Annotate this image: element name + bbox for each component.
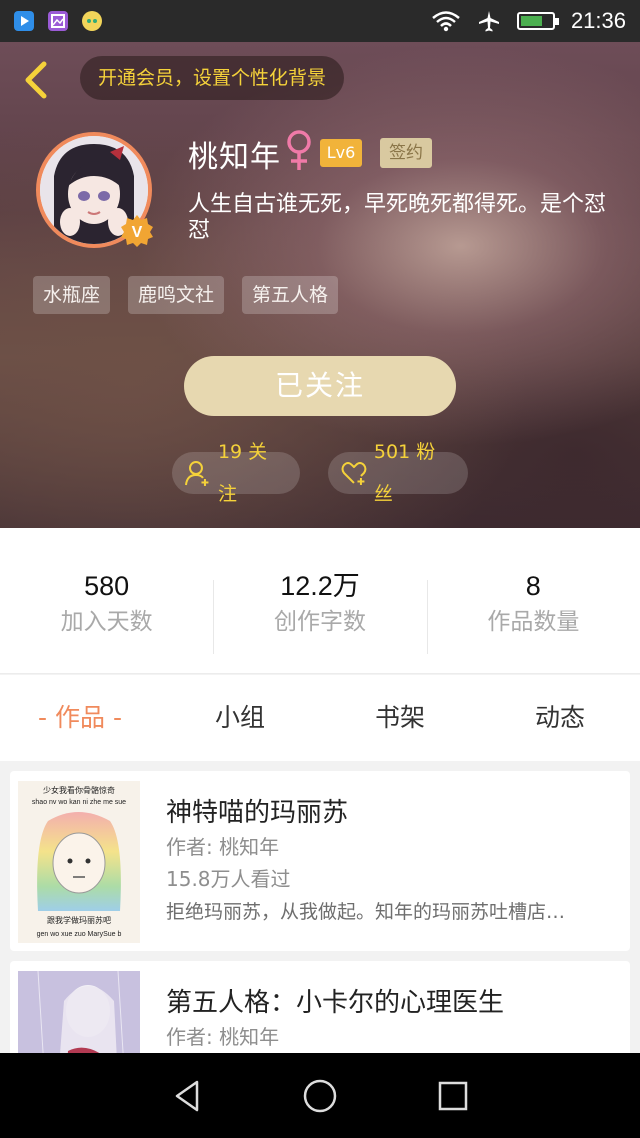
tab-groups[interactable]: 小组 [160,675,320,761]
tag-item[interactable]: 水瓶座 [33,276,111,314]
profile-header: 开通会员，设置个性化背景 V 桃知年 Lv6 签约 人生自古谁无死，早死晚死都得… [0,42,640,528]
back-triangle-icon[interactable] [169,1078,205,1114]
svg-text:V: V [132,224,143,241]
wifi-icon [432,11,460,32]
system-nav-bar [0,1053,640,1138]
author-stats: 580 加入天数 12.2万 创作字数 8 作品数量 [0,528,640,674]
battery-icon [516,12,559,30]
tab-works[interactable]: - 作品 - [0,675,160,761]
following-label: 19 关注 [217,441,268,505]
clock: 21:36 [570,8,626,33]
video-app-icon [14,11,34,31]
follow-button[interactable]: 已关注 [184,356,456,416]
airplane-icon [478,11,499,32]
username: 桃知年 [188,140,281,175]
cover-text: gen wo xue zuo MarySue b [37,931,122,938]
fans-count-button[interactable]: 501 粉丝 [328,441,468,505]
bio-text: 人生自古谁无死，早死晚死都得死。是个怼怼 [188,192,607,243]
work-author: 作者: 桃知年 [166,835,280,859]
stat-days-joined: 580 加入天数 [0,528,213,673]
verified-v-badge-icon: V [121,215,153,247]
tag-item[interactable]: 鹿鸣文社 [128,276,225,314]
stat-label: 加入天数 [60,608,153,635]
heart-icon [341,462,367,485]
gallery-app-icon [48,11,68,31]
cover-text: 跟我学做玛丽苏吧 [47,915,111,925]
female-gender-icon [287,130,311,170]
fans-label: 501 粉丝 [373,441,436,505]
signed-badge: 签约 [380,138,432,168]
cover-text: shao nv wo kan ni zhe me sue [32,799,126,806]
cover-text: 少女我看你骨骼惊奇 [43,785,115,795]
work-author: 作者: 桃知年 [166,1025,280,1049]
stat-works-count: 8 作品数量 [426,528,640,673]
stat-label: 作品数量 [487,608,580,635]
user-add-icon [185,461,209,486]
work-title: 第五人格：小卡尔的心理医生 [166,988,505,1018]
level-badge: Lv6 [320,139,362,167]
works-list: 少女我看你骨骼惊奇 shao nv wo kan ni zhe me sue 跟… [0,761,640,1053]
status-bar: 21:36 [0,0,640,42]
list-item[interactable]: 第五人格：小卡尔的心理医生 作者: 桃知年 [10,961,630,1053]
tag-item[interactable]: 第五人格 [242,276,339,314]
stat-value: 8 [525,570,541,601]
stat-value: 580 [84,570,130,601]
work-title: 神特喵的玛丽苏 [166,798,349,828]
book-cover: 少女我看你骨骼惊奇 shao nv wo kan ni zhe me sue 跟… [18,781,140,943]
tab-activity[interactable]: 动态 [480,675,640,761]
work-views: 15.8万人看过 [166,867,291,891]
work-description: 拒绝玛丽苏，从我做起。知年的玛丽苏吐槽店… [166,901,566,923]
home-circle-icon[interactable] [302,1078,338,1114]
profile-tabs: - 作品 - 小组 书架 动态 [0,675,640,761]
recent-square-icon[interactable] [435,1078,471,1114]
book-cover [18,971,140,1053]
tag-list: 水瓶座 鹿鸣文社 第五人格 [33,276,339,314]
stat-words-written: 12.2万 创作字数 [213,528,426,673]
tab-bookshelf[interactable]: 书架 [320,675,480,761]
vip-background-prompt[interactable]: 开通会员，设置个性化背景 [80,56,345,100]
chat-app-icon [82,11,102,31]
list-item[interactable]: 少女我看你骨骼惊奇 shao nv wo kan ni zhe me sue 跟… [10,771,630,951]
stat-value: 12.2万 [280,570,360,601]
back-arrow-icon[interactable] [18,58,54,102]
stat-label: 创作字数 [273,608,366,635]
following-count-button[interactable]: 19 关注 [172,441,300,505]
